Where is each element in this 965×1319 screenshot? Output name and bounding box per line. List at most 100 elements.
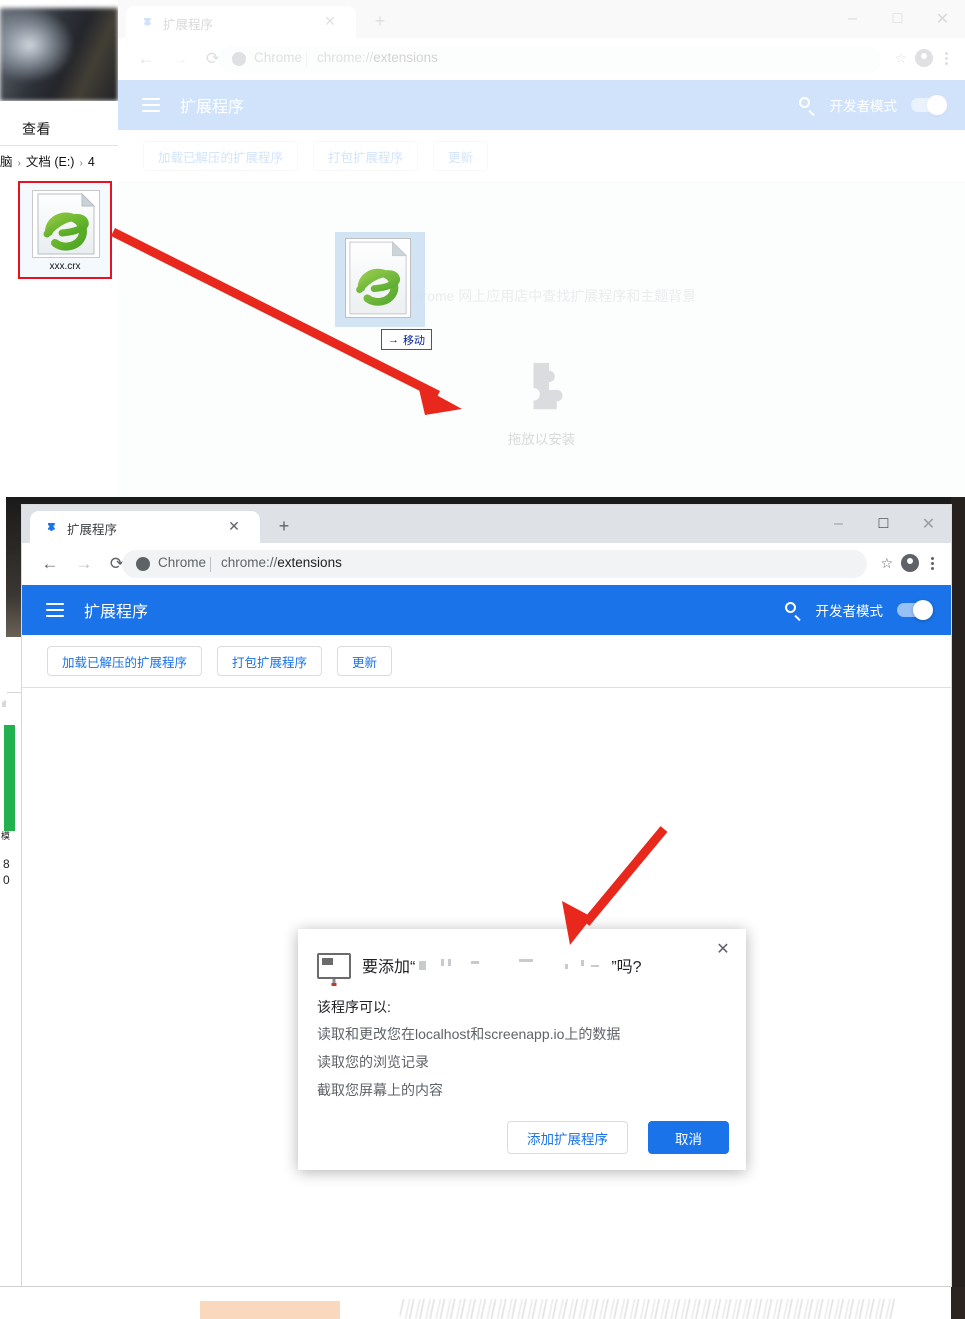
omnibox-url-suffix: extensions bbox=[373, 50, 438, 65]
hamburger-icon[interactable] bbox=[46, 603, 64, 617]
extensions-content-area: 在 Chrome 网上应用店中查找扩展程序和主题背景 拖放以安装 bbox=[118, 183, 965, 497]
load-unpacked-button[interactable]: 加载已解压的扩展程序 bbox=[47, 646, 203, 676]
minimize-button[interactable]: – bbox=[830, 0, 875, 38]
browser-tab-extensions[interactable]: 扩展程序 ✕ bbox=[30, 511, 260, 543]
back-button[interactable]: ← bbox=[40, 554, 60, 574]
omnibox-divider bbox=[306, 52, 307, 67]
omnibox-divider bbox=[210, 557, 211, 572]
dialog-actions: 添加扩展程序 取消 bbox=[507, 1121, 729, 1154]
omnibox-scheme-label: Chrome bbox=[158, 555, 207, 570]
breadcrumb-part-1[interactable]: 脑 bbox=[0, 155, 13, 169]
dialog-subtitle: 该程序可以: bbox=[317, 999, 391, 1015]
close-button[interactable]: ✕ bbox=[920, 0, 965, 38]
window-controls: – □ ✕ bbox=[830, 0, 965, 38]
address-bar[interactable]: Chrome chrome://extensions bbox=[122, 550, 867, 578]
bookmark-star-icon[interactable]: ☆ bbox=[894, 50, 907, 67]
pack-extension-button[interactable]: 打包扩展程序 bbox=[313, 141, 419, 171]
new-tab-button[interactable]: + bbox=[274, 516, 294, 536]
load-unpacked-button[interactable]: 加载已解压的扩展程序 bbox=[143, 141, 299, 171]
window-top-shadow bbox=[22, 497, 951, 505]
background-tiny-label: il bbox=[2, 699, 6, 709]
pack-extension-button[interactable]: 打包扩展程序 bbox=[217, 646, 323, 676]
ie-crx-file-icon bbox=[32, 190, 100, 258]
forward-button[interactable]: → bbox=[74, 554, 94, 574]
maximize-button[interactable]: □ bbox=[875, 0, 920, 38]
breadcrumb-part-2[interactable]: 文档 (E:) bbox=[26, 155, 75, 169]
permission-item: 读取和更改您在localhost和screenapp.io上的数据 bbox=[317, 1026, 621, 1042]
profile-avatar-icon[interactable] bbox=[915, 49, 933, 67]
extensions-action-bar: 加载已解压的扩展程序 打包扩展程序 更新 bbox=[22, 635, 951, 688]
kebab-menu-icon[interactable] bbox=[924, 553, 940, 573]
chrome-window-bottom: 扩展程序 ✕ + – □ ✕ ← → ⟳ Chrome chrome://ext… bbox=[22, 505, 951, 1287]
empty-state-hint: 在 Chrome 网上应用店中查找扩展程序和主题背景 bbox=[386, 288, 697, 304]
desktop-wallpaper-fragment bbox=[0, 8, 118, 101]
background-number-bottom: 0 bbox=[3, 873, 10, 887]
dev-mode-label: 开发者模式 bbox=[829, 99, 898, 114]
chrome-window-top: 扩展程序 ✕ + – □ ✕ ← → ⟳ Chrome chrome://ext… bbox=[118, 0, 965, 497]
permission-item: 读取您的浏览记录 bbox=[317, 1054, 429, 1070]
omnibox-url-prefix: chrome:// bbox=[317, 50, 374, 65]
omnibox-scheme-label: Chrome bbox=[254, 50, 303, 65]
arrow-right-icon: → bbox=[388, 333, 399, 346]
background-dark-band bbox=[6, 497, 22, 637]
browser-tab-title: 扩展程序 bbox=[163, 18, 214, 32]
minimize-button[interactable]: – bbox=[816, 505, 861, 543]
browser-toolbar: ← → ⟳ Chrome chrome://extensions ☆ bbox=[118, 38, 965, 80]
close-button[interactable]: ✕ bbox=[906, 505, 951, 543]
permission-item: 截取您屏幕上的内容 bbox=[317, 1082, 443, 1098]
background-right-dark-edge bbox=[951, 1287, 965, 1319]
background-number-top: 8 bbox=[3, 857, 10, 871]
update-button[interactable]: 更新 bbox=[433, 141, 489, 171]
page-title: 扩展程序 bbox=[84, 604, 149, 621]
header-right-controls: 开发者模式 bbox=[784, 600, 952, 621]
browser-toolbar: ← → ⟳ Chrome chrome://extensions ☆ bbox=[22, 543, 951, 585]
dev-mode-label: 开发者模式 bbox=[815, 604, 884, 619]
omnibox-url-suffix: extensions bbox=[277, 555, 342, 570]
puzzle-icon bbox=[511, 358, 573, 416]
browser-tab-title: 扩展程序 bbox=[67, 523, 118, 537]
drop-to-install-zone[interactable]: 拖放以安装 bbox=[507, 358, 576, 448]
forward-button[interactable]: → bbox=[170, 49, 190, 69]
drop-to-install-label: 拖放以安装 bbox=[507, 432, 576, 447]
dev-mode-toggle[interactable] bbox=[911, 95, 947, 115]
search-icon[interactable] bbox=[784, 601, 802, 621]
file-item-selected[interactable]: xxx.crx bbox=[18, 181, 112, 279]
header-right-controls: 开发者模式 bbox=[798, 95, 965, 116]
puzzle-icon bbox=[140, 15, 155, 30]
add-extension-dialog: ✕ 要添加“ ”吗? 该程序可以: 读取和更改您在localhost和screen… bbox=[298, 929, 746, 1170]
add-extension-button[interactable]: 添加扩展程序 bbox=[507, 1121, 628, 1154]
explorer-divider bbox=[0, 145, 118, 146]
profile-avatar-icon[interactable] bbox=[901, 554, 919, 572]
bottom-screenshot-panel: il 模 8 0 扩展程序 ✕ + – □ ✕ ← → ⟳ Chrome chr… bbox=[0, 497, 965, 1319]
top-screenshot-panel: 查看 脑 › 文档 (E:) › 4 xxx.crx 扩展程序 ✕ + – □ … bbox=[0, 0, 965, 497]
back-button[interactable]: ← bbox=[136, 49, 156, 69]
dev-mode-toggle[interactable] bbox=[897, 600, 933, 620]
breadcrumb-part-3[interactable]: 4 bbox=[88, 155, 95, 169]
breadcrumb-separator-1: › bbox=[17, 158, 21, 169]
cancel-button[interactable]: 取消 bbox=[648, 1121, 729, 1154]
close-icon[interactable]: ✕ bbox=[322, 13, 338, 29]
close-icon[interactable]: ✕ bbox=[226, 518, 242, 534]
page-title: 扩展程序 bbox=[180, 99, 245, 116]
kebab-menu-icon[interactable] bbox=[938, 48, 954, 68]
browser-tab-extensions[interactable]: 扩展程序 ✕ bbox=[126, 6, 356, 38]
file-explorer-fragment: 查看 脑 › 文档 (E:) › 4 xxx.crx bbox=[0, 101, 118, 497]
drag-move-badge: → 移动 bbox=[381, 329, 432, 350]
hamburger-icon[interactable] bbox=[142, 98, 160, 112]
new-tab-button[interactable]: + bbox=[370, 11, 390, 31]
omnibox-url-prefix: chrome:// bbox=[221, 555, 278, 570]
dialog-title-prefix: 要添加“ bbox=[362, 959, 416, 976]
background-cjk-label: 模 bbox=[1, 831, 11, 841]
update-button[interactable]: 更新 bbox=[337, 646, 393, 676]
window-controls: – □ ✕ bbox=[816, 505, 951, 543]
background-peach-block bbox=[200, 1301, 340, 1319]
background-fragment-left: il 模 8 0 bbox=[0, 497, 22, 957]
bookmark-star-icon[interactable]: ☆ bbox=[880, 555, 893, 572]
search-icon[interactable] bbox=[798, 96, 816, 116]
explorer-ribbon-tab-view[interactable]: 查看 bbox=[22, 119, 51, 139]
dragged-file-ghost bbox=[335, 232, 425, 327]
maximize-button[interactable]: □ bbox=[861, 505, 906, 543]
background-banknote-texture bbox=[400, 1299, 895, 1319]
close-icon[interactable]: ✕ bbox=[712, 938, 734, 960]
address-bar[interactable]: Chrome chrome://extensions bbox=[218, 45, 881, 73]
